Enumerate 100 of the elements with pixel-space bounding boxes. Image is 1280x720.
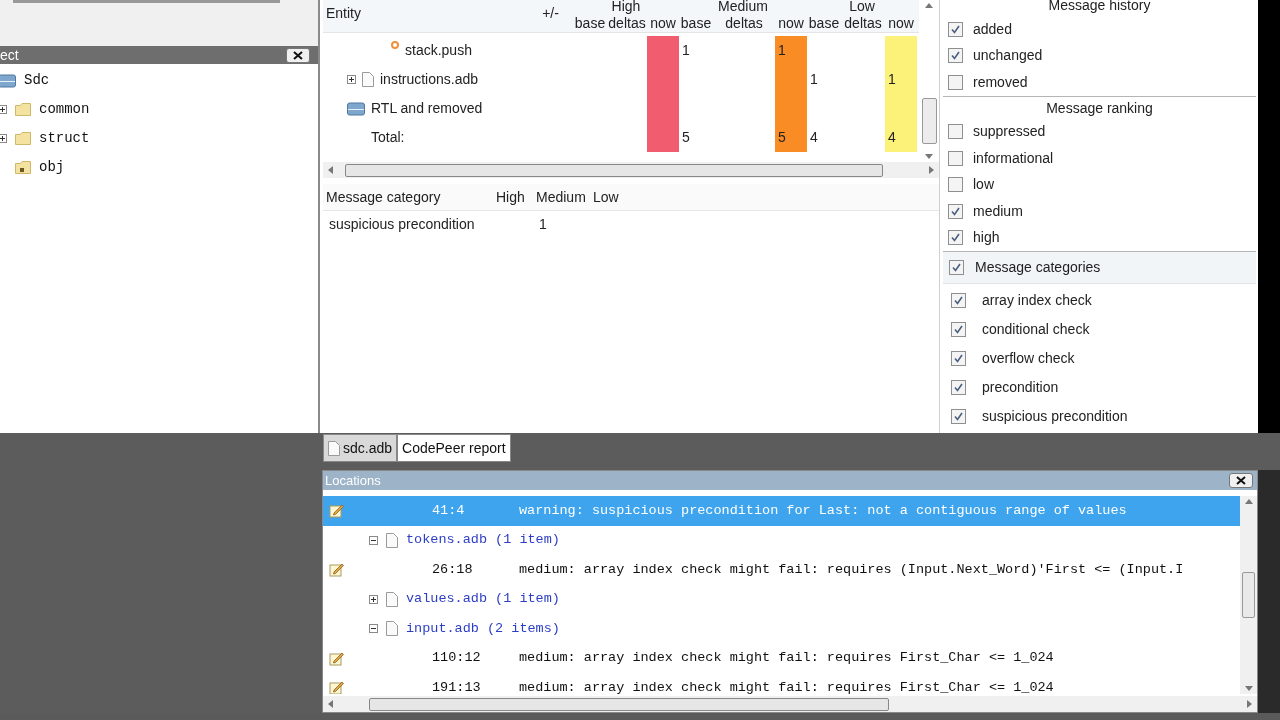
column-group-header: Low xyxy=(849,0,875,14)
tree-item[interactable]: common xyxy=(39,99,90,120)
scroll-up-arrow-icon[interactable] xyxy=(1244,498,1253,506)
filter-label[interactable]: overflow check xyxy=(982,348,1075,369)
checkbox[interactable] xyxy=(948,177,963,193)
message-text: medium: array index check might fail: requires First_Char <= 1_024 xyxy=(519,649,1054,668)
locked-folder-icon xyxy=(15,161,31,174)
horizontal-scrollbar[interactable] xyxy=(323,162,939,178)
filter-label[interactable]: precondition xyxy=(982,377,1059,398)
horizontal-scrollbar[interactable] xyxy=(323,696,1257,712)
filter-label[interactable]: added xyxy=(973,18,1012,40)
file-link[interactable]: values.adb (1 item) xyxy=(406,589,560,610)
table-cell-text: 1 xyxy=(810,70,818,89)
checkbox[interactable] xyxy=(951,293,966,308)
close-button[interactable] xyxy=(1229,473,1253,488)
column-header[interactable]: +/- xyxy=(528,0,573,32)
collapse-icon[interactable] xyxy=(369,624,378,634)
message-row[interactable]: 191:13 medium: array index check might fail: requires First_Char <= 1_024 xyxy=(323,673,1240,694)
table-cell-text: 1 xyxy=(778,41,786,60)
table-cell-text: Total: xyxy=(371,128,405,147)
panel-title: Locations xyxy=(324,471,381,490)
scroll-right-arrow-icon[interactable] xyxy=(1245,700,1253,708)
checkbox[interactable] xyxy=(951,351,966,366)
tree-item[interactable]: struct xyxy=(39,128,90,149)
filter-label[interactable]: low xyxy=(973,174,994,196)
column-group-header: High xyxy=(611,0,641,14)
section-header[interactable]: Message categories xyxy=(943,252,1256,284)
checkbox[interactable] xyxy=(951,380,966,395)
checkbox[interactable] xyxy=(948,150,963,166)
drive-icon xyxy=(0,73,16,88)
checkbox[interactable] xyxy=(948,48,963,64)
location-text: 191:13 xyxy=(432,678,482,694)
file-icon xyxy=(386,621,398,637)
location-text: 41:4 xyxy=(432,501,466,520)
collapse-icon[interactable] xyxy=(369,535,378,545)
column-header[interactable]: Entity xyxy=(323,0,528,32)
expand-icon[interactable] xyxy=(347,75,356,84)
close-button[interactable] xyxy=(286,47,310,63)
column-header[interactable]: deltas xyxy=(841,14,885,33)
checkbox[interactable] xyxy=(951,322,966,337)
checkbox[interactable] xyxy=(948,74,963,90)
note-icon xyxy=(329,650,344,666)
message-row[interactable]: 26:18 medium: array index check might fail: requires (Input.Next_Word)'First <= (Input.I xyxy=(323,555,1240,585)
scroll-left-arrow-icon[interactable] xyxy=(327,700,335,708)
column-header[interactable]: now xyxy=(647,14,679,33)
expand-icon[interactable] xyxy=(369,594,378,604)
scroll-down-arrow-icon[interactable] xyxy=(925,152,933,160)
scroll-up-arrow-icon[interactable] xyxy=(925,2,933,10)
column-header[interactable]: High xyxy=(493,186,533,208)
filter-label[interactable]: informational xyxy=(973,147,1054,169)
column-header[interactable]: base xyxy=(679,14,713,33)
scroll-right-arrow-icon[interactable] xyxy=(927,166,935,174)
column-header[interactable]: Medium xyxy=(533,186,590,208)
checkbox[interactable] xyxy=(948,203,963,219)
scrollbar-thumb[interactable] xyxy=(1242,572,1255,618)
editor-tab[interactable]: sdc.adb xyxy=(323,434,398,462)
file-link[interactable]: input.adb (2 items) xyxy=(406,618,560,639)
tree-item[interactable]: Sdc xyxy=(24,70,50,91)
filter-label[interactable]: conditional check xyxy=(982,319,1090,340)
message-text: medium: array index check might fail: requires First_Char <= 1_024 xyxy=(519,678,1054,694)
filter-label[interactable]: suppressed xyxy=(973,121,1046,143)
filter-label[interactable]: high xyxy=(973,227,1000,249)
checkbox[interactable] xyxy=(948,230,963,246)
editor-tab[interactable]: CodePeer report xyxy=(397,434,511,462)
column-header[interactable]: Low xyxy=(590,186,630,208)
location-text: 110:12 xyxy=(432,649,482,668)
filter-label[interactable]: unchanged xyxy=(973,45,1043,67)
checkbox[interactable] xyxy=(949,260,964,275)
tree-item[interactable]: obj xyxy=(39,157,65,178)
checkbox[interactable] xyxy=(948,124,963,140)
scrollbar-thumb[interactable] xyxy=(921,98,937,144)
message-text: medium: array index check might fail: requires (Input.Next_Word)'First <= (Input.I xyxy=(519,560,1184,579)
filter-label[interactable]: suspicious precondition xyxy=(982,406,1128,427)
filter-label[interactable]: array index check xyxy=(982,290,1092,311)
table-cell-text: 5 xyxy=(778,128,786,147)
column-header[interactable]: deltas xyxy=(607,14,647,33)
column-group-header: Medium xyxy=(718,0,768,14)
section-title: Message ranking xyxy=(1045,98,1154,118)
column-header[interactable]: Message category xyxy=(323,186,493,208)
table-cell-text: RTL and removed xyxy=(371,99,483,118)
column-header[interactable]: deltas xyxy=(713,14,775,33)
table-cell-text: 4 xyxy=(888,128,896,147)
file-icon xyxy=(386,591,398,607)
checkbox[interactable] xyxy=(948,21,963,37)
column-header[interactable]: base xyxy=(573,14,607,33)
checkbox[interactable] xyxy=(951,409,966,424)
scroll-left-arrow-icon[interactable] xyxy=(327,166,335,174)
scroll-down-arrow-icon[interactable] xyxy=(1244,684,1253,692)
filter-label[interactable]: medium xyxy=(973,200,1023,222)
table-cell: suspicious precondition xyxy=(329,216,475,232)
expand-icon[interactable] xyxy=(0,105,7,114)
column-header[interactable]: base xyxy=(807,14,841,33)
table-cell-text: 5 xyxy=(682,128,690,147)
filter-label[interactable]: removed xyxy=(973,71,1028,93)
message-row[interactable]: 110:12 medium: array index check might fail: requires First_Char <= 1_024 xyxy=(323,643,1240,673)
column-header[interactable]: now xyxy=(885,14,917,33)
file-link[interactable]: tokens.adb (1 item) xyxy=(406,530,560,551)
column-header[interactable]: now xyxy=(775,14,807,33)
expand-icon[interactable] xyxy=(0,134,7,143)
vertical-scrollbar[interactable] xyxy=(1240,496,1257,694)
